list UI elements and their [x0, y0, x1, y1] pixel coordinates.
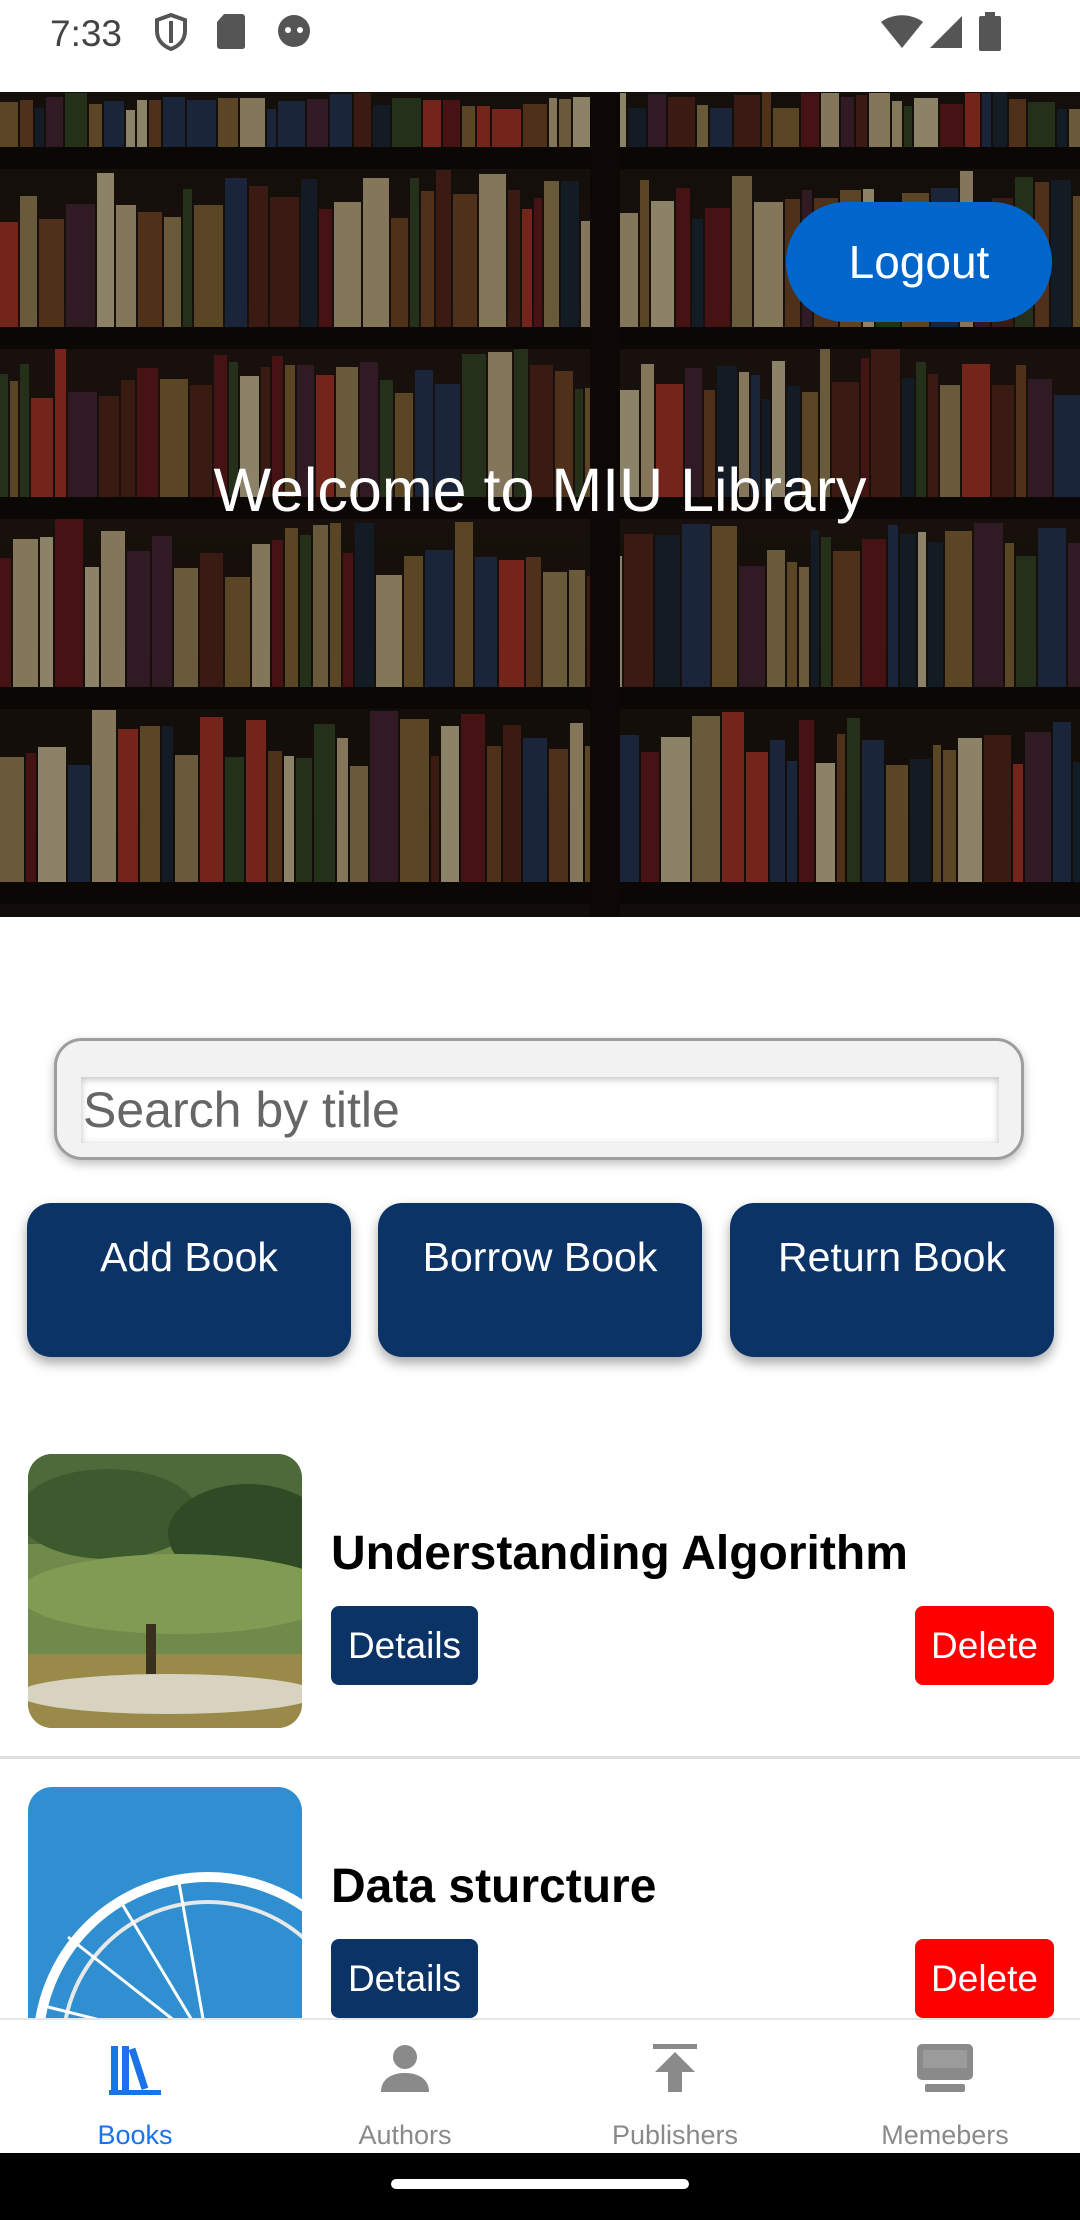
nav-item-members[interactable]: Memebers — [810, 2020, 1080, 2155]
wifi-icon — [881, 15, 923, 48]
nav-label-books: Books — [97, 2120, 173, 2150]
nav-label-members: Memebers — [881, 2120, 1009, 2150]
return-book-button[interactable]: Return Book — [730, 1203, 1054, 1357]
battery-icon — [979, 12, 1001, 51]
hero-banner: Welcome to MIU Library Logout — [0, 92, 1080, 917]
nav-item-books[interactable]: Books — [0, 2020, 270, 2155]
add-book-button[interactable]: Add Book — [27, 1203, 351, 1357]
list-item: Understanding Algorithm Details Delete — [0, 1454, 1080, 1786]
details-button[interactable]: Details — [331, 1939, 478, 2018]
search-input[interactable] — [81, 1077, 999, 1143]
shield-icon — [155, 12, 187, 52]
delete-button[interactable]: Delete — [915, 1939, 1054, 2018]
system-navigation-bar — [0, 2153, 1080, 2220]
details-button[interactable]: Details — [331, 1606, 478, 1685]
nav-item-publishers[interactable]: Publishers — [540, 2020, 810, 2155]
delete-button[interactable]: Delete — [915, 1606, 1054, 1685]
welcome-title: Welcome to MIU Library — [213, 456, 867, 524]
borrow-book-button[interactable]: Borrow Book — [378, 1203, 702, 1357]
members-icon — [917, 2044, 973, 2092]
bottom-navigation: Books Authors Publishers Memebers — [0, 2018, 1080, 2155]
search-box — [54, 1038, 1024, 1160]
divider — [0, 1756, 1080, 1759]
status-time: 7:33 — [50, 13, 123, 54]
android-face-icon — [278, 15, 310, 47]
nav-item-authors[interactable]: Authors — [270, 2020, 540, 2155]
book-cover-image — [28, 1454, 302, 1728]
upload-icon — [653, 2044, 697, 2092]
nav-label-authors: Authors — [358, 2120, 452, 2150]
book-title: Data sturcture — [331, 1860, 657, 1913]
nav-label-publishers: Publishers — [611, 2120, 739, 2150]
home-gesture-handle[interactable] — [391, 2179, 689, 2189]
sd-card-icon — [217, 14, 245, 50]
person-icon — [381, 2045, 429, 2092]
logout-button[interactable]: Logout — [786, 202, 1052, 322]
status-bar: 7:33 — [0, 0, 1080, 92]
signal-icon — [930, 16, 962, 48]
book-title: Understanding Algorithm — [331, 1527, 908, 1580]
books-icon — [109, 2046, 161, 2095]
